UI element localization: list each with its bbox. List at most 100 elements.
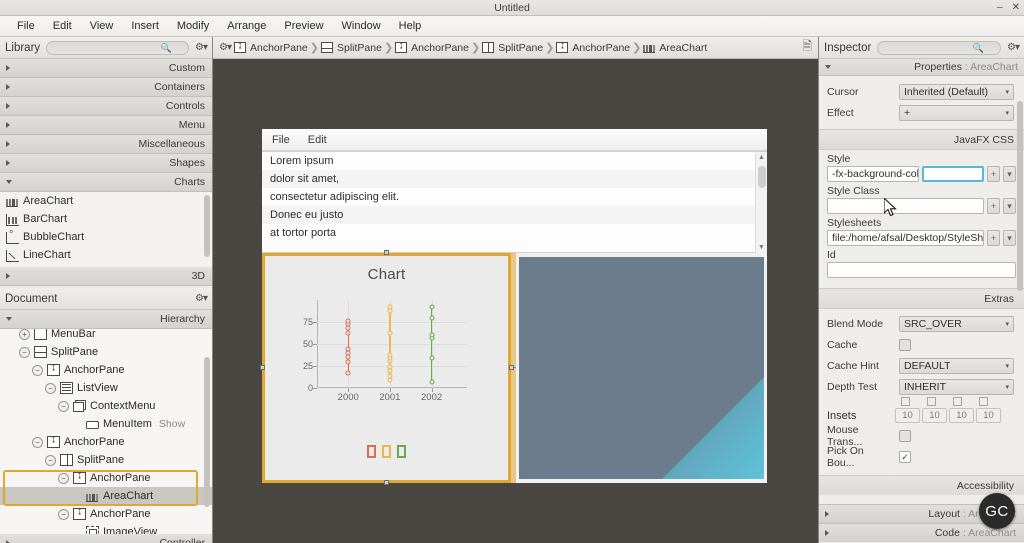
- listview-scrollbar[interactable]: ▲ ▼: [755, 152, 767, 254]
- tree-item-anchorpane[interactable]: − AnchorPane: [0, 361, 212, 379]
- area-chart[interactable]: Chart 0 25 50 75 2000 2001 2002: [265, 256, 508, 480]
- tree-item-menuitem[interactable]: MenuItem Show: [0, 415, 212, 433]
- menu-insert[interactable]: Insert: [122, 18, 168, 34]
- scroll-up-icon[interactable]: ▲: [756, 152, 767, 164]
- library-section-charts[interactable]: Charts: [0, 173, 212, 192]
- pick-on-bounds-checkbox[interactable]: ✓: [899, 450, 911, 463]
- inset-bottom-field[interactable]: 10: [949, 408, 974, 423]
- style-property-input[interactable]: -fx-background-color: [827, 166, 919, 182]
- library-scrollbar[interactable]: [204, 195, 210, 257]
- cursor-select[interactable]: Inherited (Default) ▾: [899, 83, 1014, 100]
- menu-arrange[interactable]: Arrange: [218, 18, 275, 34]
- tree-expander[interactable]: −: [19, 346, 30, 358]
- listview-row[interactable]: dolor sit amet,: [262, 170, 767, 188]
- blend-mode-select[interactable]: SRC_OVER ▾: [899, 315, 1014, 332]
- menu-preview[interactable]: Preview: [275, 18, 332, 34]
- tree-item-anchorpane[interactable]: − AnchorPane: [0, 469, 212, 487]
- tree-expander[interactable]: −: [32, 436, 43, 448]
- right-anchorpane[interactable]: [516, 253, 767, 483]
- library-section-containers[interactable]: Containers: [0, 78, 212, 97]
- library-gear-icon[interactable]: ⚙▾: [195, 42, 208, 53]
- stylesheets-input[interactable]: file:/home/afsal/Desktop/StyleShe: [827, 230, 984, 246]
- hierarchy-section-header[interactable]: Hierarchy: [0, 310, 212, 329]
- library-search-input[interactable]: 🔍: [46, 40, 190, 55]
- tree-expander[interactable]: −: [58, 400, 69, 412]
- listview-row[interactable]: Lorem ipsum: [262, 152, 767, 170]
- menu-view[interactable]: View: [81, 18, 123, 34]
- tree-item-contextmenu[interactable]: − ContextMenu: [0, 397, 212, 415]
- tree-item-areachart[interactable]: AreaChart: [0, 487, 212, 505]
- tree-expander[interactable]: −: [58, 472, 69, 484]
- scrollbar-thumb[interactable]: [758, 166, 766, 188]
- listview-row[interactable]: consectetur adipiscing elit.: [262, 188, 767, 206]
- style-class-menu-button[interactable]: ▾: [1003, 198, 1016, 214]
- document-gear-icon[interactable]: ⚙▾: [195, 293, 208, 304]
- inspector-gear-icon[interactable]: ⚙▾: [1007, 42, 1020, 53]
- document-icon[interactable]: 🗎: [802, 37, 812, 58]
- breadcrumb-item-splitpane[interactable]: SplitPane: [482, 42, 543, 54]
- library-item-areachart[interactable]: AreaChart: [0, 192, 212, 210]
- library-item-linechart[interactable]: LineChart: [0, 246, 212, 264]
- stylesheets-menu-button[interactable]: ▾: [1003, 230, 1016, 246]
- selection-handle-bottom[interactable]: [384, 480, 389, 485]
- cache-checkbox[interactable]: [899, 338, 911, 351]
- properties-section-header[interactable]: Properties : AreaChart: [819, 59, 1024, 76]
- library-item-bubblechart[interactable]: BubbleChart: [0, 228, 212, 246]
- chart-legend-swatch[interactable]: [397, 445, 406, 458]
- style-menu-button[interactable]: ▾: [1003, 166, 1016, 182]
- breadcrumb-item-anchorpane[interactable]: AnchorPane: [556, 40, 630, 54]
- tree-item-splitpane[interactable]: − SplitPane: [0, 451, 212, 469]
- library-section-shapes[interactable]: Shapes: [0, 154, 212, 173]
- controller-section-header[interactable]: Controller: [0, 534, 212, 543]
- breadcrumb-item-anchorpane[interactable]: AnchorPane: [233, 40, 308, 54]
- tree-item-anchorpane[interactable]: − AnchorPane: [0, 433, 212, 451]
- inset-right-field[interactable]: 10: [922, 408, 947, 423]
- tree-expander[interactable]: −: [32, 364, 43, 376]
- mouse-transparent-checkbox[interactable]: [899, 429, 911, 442]
- chart-legend-swatch[interactable]: [367, 445, 376, 458]
- library-item-piechart[interactable]: PieChart: [0, 264, 212, 267]
- selection-handle-right[interactable]: [509, 365, 514, 370]
- breadcrumb-gear-icon[interactable]: ⚙▾: [219, 42, 232, 53]
- inspector-search-input[interactable]: 🔍: [877, 40, 1002, 55]
- library-section-controls[interactable]: Controls: [0, 97, 212, 116]
- menu-file[interactable]: File: [8, 18, 44, 34]
- stage-menu-file[interactable]: File: [272, 134, 290, 146]
- library-section-custom[interactable]: Custom: [0, 59, 212, 78]
- menu-help[interactable]: Help: [390, 18, 431, 34]
- style-value-input[interactable]: [922, 166, 984, 182]
- library-section-3d[interactable]: 3D: [0, 267, 212, 286]
- selected-anchorpane[interactable]: Chart 0 25 50 75 2000 2001 2002: [262, 253, 511, 483]
- cache-hint-select[interactable]: DEFAULT ▾: [899, 357, 1014, 374]
- tree-item-imageview[interactable]: ImageView: [0, 523, 212, 534]
- close-button[interactable]: ✕: [1012, 0, 1020, 16]
- style-add-button[interactable]: +: [987, 166, 1000, 182]
- inset-left-field[interactable]: 10: [976, 408, 1001, 423]
- image-view[interactable]: [519, 257, 764, 479]
- depth-test-select[interactable]: INHERIT ▾: [899, 378, 1014, 395]
- tree-expander[interactable]: −: [45, 382, 56, 394]
- listview-row[interactable]: Donec eu justo: [262, 206, 767, 224]
- stylesheets-add-button[interactable]: +: [987, 230, 1000, 246]
- selection-handle-left[interactable]: [260, 365, 265, 370]
- breadcrumb-item-splitpane[interactable]: SplitPane: [321, 42, 382, 54]
- id-input[interactable]: [827, 262, 1016, 278]
- tree-item-listview[interactable]: − ListView: [0, 379, 212, 397]
- hierarchy-scrollbar[interactable]: [204, 357, 210, 507]
- inset-top-field[interactable]: 10: [895, 408, 920, 423]
- library-section-miscellaneous[interactable]: Miscellaneous: [0, 135, 212, 154]
- breadcrumb-item-anchorpane[interactable]: AnchorPane: [395, 40, 469, 54]
- menu-edit[interactable]: Edit: [44, 18, 81, 34]
- tree-item-menubar[interactable]: + MenuBar: [0, 329, 212, 343]
- accessibility-band[interactable]: Accessibility: [819, 475, 1024, 495]
- chart-legend-swatch[interactable]: [382, 445, 391, 458]
- library-section-menu[interactable]: Menu: [0, 116, 212, 135]
- design-canvas[interactable]: File Edit Lorem ipsum dolor sit amet, conse…: [213, 59, 818, 543]
- tree-expander[interactable]: −: [45, 454, 56, 466]
- stage-menu-edit[interactable]: Edit: [308, 134, 327, 146]
- inspector-scrollbar[interactable]: [1017, 101, 1023, 291]
- menu-modify[interactable]: Modify: [168, 18, 218, 34]
- effect-select[interactable]: + ▾: [899, 104, 1014, 121]
- tree-expander[interactable]: +: [19, 329, 30, 340]
- menu-window[interactable]: Window: [333, 18, 390, 34]
